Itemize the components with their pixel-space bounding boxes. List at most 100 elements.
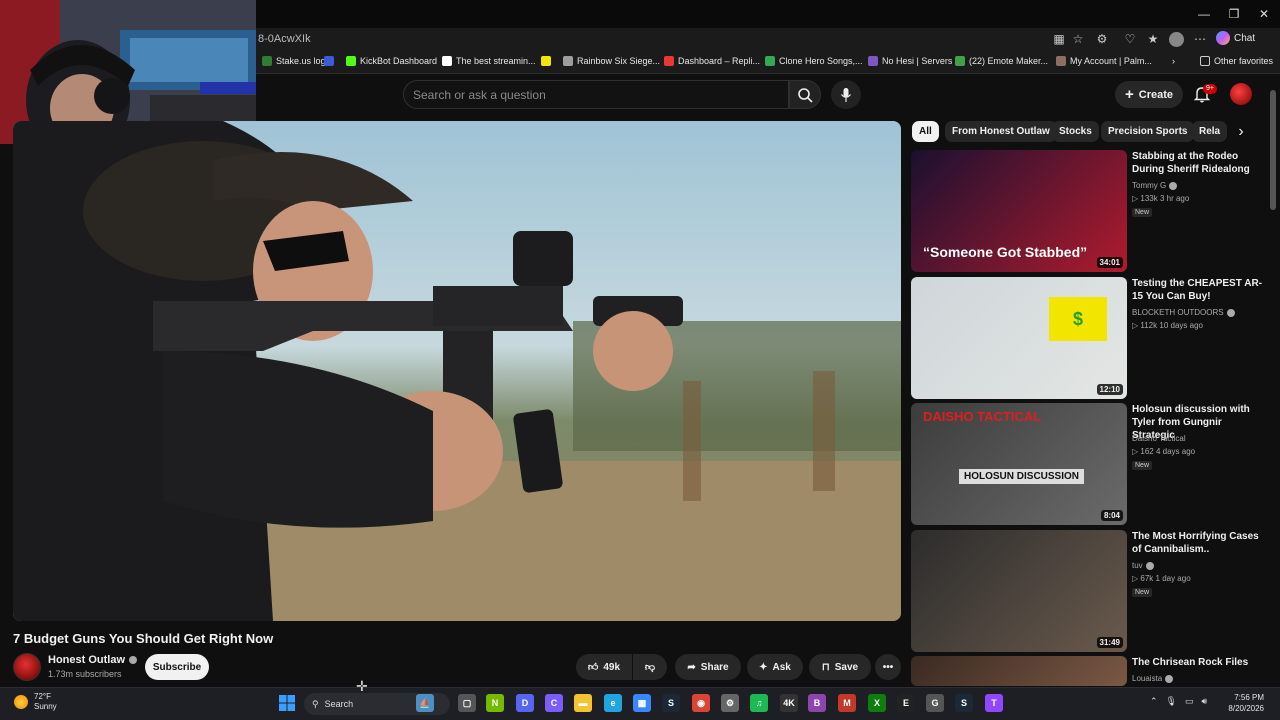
scrollbar-thumb[interactable] [1270, 90, 1276, 210]
dislike-button[interactable]: 👎︎ [633, 654, 667, 680]
related-video-item[interactable]: DAISHO TACTICAL HOLOSUN DISCUSSION 8:04 Hol… [911, 403, 1266, 525]
related-video-title[interactable]: The Most Horrifying Cases of Cannibalism… [1132, 530, 1262, 556]
clock[interactable]: 7:56 PM 8/20/2026 [1222, 692, 1264, 714]
related-video-title[interactable]: Stabbing at the Rodeo During Sheriff Rid… [1132, 150, 1262, 176]
store-icon[interactable]: ▦ [633, 694, 651, 712]
video-thumbnail[interactable] [911, 656, 1127, 686]
channel-avatar[interactable] [13, 653, 41, 681]
filter-chip[interactable]: Rela [1192, 121, 1228, 142]
copilot-icon[interactable]: C [545, 694, 563, 712]
extensions-icon[interactable]: ⚙ [1095, 32, 1109, 46]
msi-icon[interactable]: M [838, 694, 856, 712]
epic-games-icon[interactable]: E [897, 694, 915, 712]
bookmark-item[interactable]: My Account | Palm... [1056, 56, 1152, 66]
search-button[interactable] [789, 80, 821, 109]
network-icon[interactable]: ▭ [1185, 696, 1194, 707]
video-thumbnail[interactable]: “Someone Got Stabbed” 34:01 [911, 150, 1127, 272]
related-video-item[interactable]: The Chrisean Rock Files Louaista [911, 656, 1266, 686]
nvidia-icon[interactable]: N [486, 694, 504, 712]
upload-age: 10 days ago [1159, 321, 1203, 330]
related-channel[interactable]: tuv [1132, 561, 1154, 570]
share-button[interactable]: ➦ Share [675, 654, 741, 680]
sun-icon [14, 695, 28, 709]
channel-name-link[interactable]: Honest Outlaw [48, 654, 138, 666]
related-channel-name: Tommy G [1132, 181, 1167, 190]
url-text[interactable]: 8-0AcwXIk [258, 33, 311, 45]
start-button[interactable] [278, 694, 296, 712]
video-player[interactable] [13, 121, 901, 621]
chrome-icon[interactable]: ◉ [692, 694, 710, 712]
file-explorer-icon[interactable]: ▬ [574, 694, 592, 712]
ask-button[interactable]: ✦ Ask [747, 654, 803, 680]
windows-logo-icon [279, 695, 295, 711]
related-video-item[interactable]: “Someone Got Stabbed” 34:01 Stabbing at th… [911, 150, 1266, 272]
steam-secondary-icon[interactable]: S [955, 694, 973, 712]
related-video-title[interactable]: Testing the CHEAPEST AR-15 You Can Buy! [1132, 277, 1262, 303]
maximize-button[interactable]: ❐ [1226, 6, 1242, 22]
more-actions-button[interactable]: ••• [875, 654, 901, 680]
video-thumbnail[interactable]: 31:49 [911, 530, 1127, 652]
battlenet-icon[interactable]: B [808, 694, 826, 712]
more-menu-icon[interactable]: ⋯ [1193, 32, 1207, 46]
filter-chip[interactable]: From Honest Outlaw [945, 121, 1057, 142]
chips-next-button[interactable]: › [1230, 121, 1252, 142]
split-screen-icon[interactable]: ▦ [1052, 32, 1066, 46]
bookmark-item[interactable]: No Hesi | Servers [868, 56, 952, 66]
account-avatar[interactable] [1230, 83, 1252, 105]
close-button[interactable]: ✕ [1256, 6, 1272, 22]
bookmark-item[interactable]: Rainbow Six Siege... [563, 56, 660, 66]
save-button[interactable]: ⊓ Save [809, 654, 871, 680]
youtube-search-box[interactable] [403, 80, 789, 109]
bookmark-item[interactable]: Clone Hero Songs,... [765, 56, 863, 66]
create-button[interactable]: + Create [1115, 81, 1183, 108]
boat-icon[interactable]: ⛵ [416, 694, 434, 712]
bookmark-item[interactable]: Stake.us logo [262, 56, 331, 66]
4k-downloader-icon[interactable]: 4K [780, 694, 798, 712]
profile-avatar[interactable] [1169, 32, 1184, 47]
bookmark-item[interactable] [324, 56, 338, 66]
steam-icon[interactable]: S [662, 694, 680, 712]
minimize-button[interactable]: — [1196, 6, 1212, 22]
related-video-item[interactable]: $12:10 Testing the CHEAPEST AR-15 You Can… [911, 277, 1266, 399]
related-video-title[interactable]: The Chrisean Rock Files [1132, 656, 1262, 669]
bookmark-item[interactable]: The best streamin... [442, 56, 536, 66]
voice-search-button[interactable] [831, 80, 861, 109]
edge-icon[interactable]: e [604, 694, 622, 712]
discord-icon[interactable]: D [516, 694, 534, 712]
related-channel[interactable]: Daisho Tactical [1132, 434, 1186, 443]
search-input[interactable] [404, 81, 788, 108]
like-button[interactable]: 👍︎ 49k [576, 654, 632, 680]
filter-chip[interactable]: Stocks [1052, 121, 1099, 142]
bookmark-item[interactable]: KickBot Dashboard [346, 56, 437, 66]
browser-essentials-icon[interactable]: ♡ [1123, 32, 1137, 46]
spotify-icon[interactable]: ♫ [750, 694, 768, 712]
weather-widget[interactable]: 72°F Sunny [14, 692, 57, 712]
related-channel[interactable]: Tommy G [1132, 181, 1178, 190]
gog-icon[interactable]: G [926, 694, 944, 712]
tray-overflow-icon[interactable]: ⌃ [1150, 696, 1158, 707]
subscribe-button[interactable]: Subscribe [145, 654, 209, 680]
video-thumbnail[interactable]: $12:10 [911, 277, 1127, 399]
bookmark-item[interactable] [541, 56, 555, 66]
clock-date: 8/20/2026 [1228, 704, 1264, 713]
related-channel[interactable]: Louaista [1132, 674, 1174, 683]
bookmark-item[interactable]: (22) Emote Maker... [955, 56, 1048, 66]
collections-icon[interactable]: ★ [1146, 32, 1160, 46]
bookmark-item[interactable]: Dashboard – Repli... [664, 56, 760, 66]
notifications-badge: 9+ [1203, 84, 1217, 94]
microphone-icon[interactable]: 🎙︎ [1166, 696, 1177, 707]
task-view-icon[interactable]: ▢ [458, 694, 476, 712]
settings-icon[interactable]: ⚙ [721, 694, 739, 712]
related-channel[interactable]: BLOCKETH OUTDOORS [1132, 308, 1235, 317]
twitch-icon[interactable]: T [985, 694, 1003, 712]
favorite-star-icon[interactable]: ☆ [1071, 32, 1085, 46]
copilot-chat-button[interactable]: Chat [1216, 31, 1255, 45]
video-thumbnail[interactable]: DAISHO TACTICAL HOLOSUN DISCUSSION 8:04 [911, 403, 1127, 525]
bookmarks-overflow-chevron-icon[interactable]: › [1172, 56, 1175, 66]
volume-icon[interactable]: 🔊︎ [1202, 696, 1208, 707]
xbox-icon[interactable]: X [868, 694, 886, 712]
filter-chip[interactable]: Precision Sports [1101, 121, 1195, 142]
filter-chip[interactable]: All [912, 121, 939, 142]
related-video-item[interactable]: 31:49 The Most Horrifying Cases of Cannib… [911, 530, 1266, 652]
other-favorites-folder[interactable]: Other favorites [1200, 56, 1273, 66]
